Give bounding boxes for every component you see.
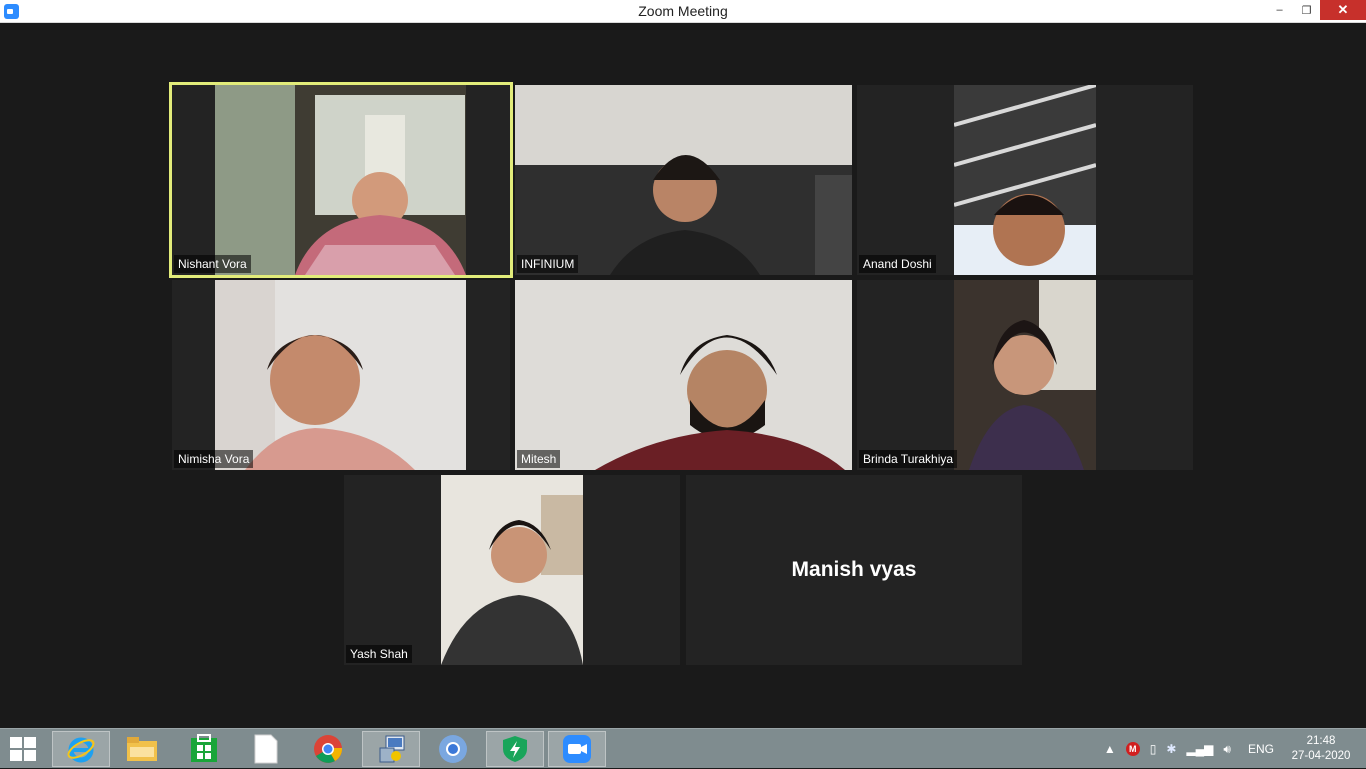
chrome-icon bbox=[314, 735, 343, 763]
bluetooth-icon[interactable]: ✱ bbox=[1166, 742, 1176, 756]
video-tile[interactable]: Manish vyas bbox=[686, 475, 1022, 665]
network-icon bbox=[379, 735, 405, 763]
video-tile[interactable]: INFINIUM bbox=[515, 85, 852, 275]
taskbar-chromium[interactable] bbox=[424, 731, 482, 767]
taskbar-store[interactable] bbox=[175, 731, 233, 767]
language-indicator[interactable]: ENG bbox=[1248, 742, 1274, 756]
system-tray: ▲ M ▯ ✱ ▂▄▆ 🔊︎ ENG 21:48 27-04-2020 bbox=[1099, 729, 1366, 769]
windows-logo-pane bbox=[24, 750, 36, 761]
video-tile[interactable]: Brinda Turakhiya bbox=[857, 280, 1193, 470]
windows-taskbar: ▲ M ▯ ✱ ▂▄▆ 🔊︎ ENG 21:48 27-04-2020 bbox=[0, 728, 1366, 768]
windows-logo-pane bbox=[10, 750, 22, 761]
participant-video bbox=[215, 280, 466, 470]
taskbar-security[interactable] bbox=[486, 731, 544, 767]
antivirus-icon[interactable]: M bbox=[1125, 742, 1140, 756]
taskbar-zoom[interactable] bbox=[548, 731, 606, 767]
start-button[interactable] bbox=[10, 737, 38, 761]
video-tile[interactable]: Anand Doshi bbox=[857, 85, 1193, 275]
video-tile[interactable]: Nishant Vora bbox=[169, 82, 513, 278]
video-tile[interactable]: Nimisha Vora bbox=[172, 280, 510, 470]
video-tile[interactable]: Yash Shah bbox=[344, 475, 680, 665]
participant-video bbox=[441, 475, 583, 665]
chromium-icon bbox=[439, 735, 467, 763]
zoom-icon bbox=[563, 735, 591, 763]
participant-name-placeholder: Manish vyas bbox=[791, 558, 917, 581]
taskbar-internet-explorer[interactable] bbox=[52, 731, 110, 767]
title-bar: Zoom Meeting – ❐ ✕ bbox=[0, 0, 1366, 23]
window-controls: – ❐ ✕ bbox=[1266, 0, 1366, 20]
windows-logo-icon bbox=[10, 737, 22, 748]
participant-name-label: Mitesh bbox=[517, 450, 561, 468]
participant-video bbox=[515, 280, 852, 470]
participant-name-label: INFINIUM bbox=[517, 255, 579, 273]
gallery-view: Nishant Vora INFINIUM Anand Doshi Nimish… bbox=[0, 23, 1366, 728]
video-tile[interactable]: Mitesh bbox=[515, 280, 852, 470]
internet-explorer-icon bbox=[67, 737, 95, 763]
participant-name-label: Nishant Vora bbox=[174, 255, 251, 273]
window-title: Zoom Meeting bbox=[638, 3, 728, 19]
windows-logo-pane bbox=[24, 737, 36, 748]
participant-video bbox=[954, 85, 1096, 275]
store-icon bbox=[191, 734, 217, 762]
participant-name-label: Nimisha Vora bbox=[174, 450, 254, 468]
volume-icon[interactable]: 🔊︎ bbox=[1223, 742, 1231, 757]
participant-video bbox=[954, 280, 1096, 470]
document-icon bbox=[254, 734, 278, 764]
taskbar-network-tool[interactable] bbox=[362, 731, 420, 767]
file-explorer-icon bbox=[127, 737, 157, 761]
participant-name-label: Yash Shah bbox=[346, 645, 412, 663]
security-icon bbox=[503, 736, 527, 762]
close-button[interactable]: ✕ bbox=[1320, 0, 1366, 20]
taskbar-file-explorer[interactable] bbox=[113, 731, 171, 767]
clock[interactable]: 21:48 27-04-2020 bbox=[1286, 734, 1356, 764]
minimize-button[interactable]: – bbox=[1266, 0, 1293, 20]
taskbar-document[interactable] bbox=[237, 731, 295, 767]
clock-time: 21:48 bbox=[1306, 735, 1336, 747]
clock-date: 27-04-2020 bbox=[1291, 750, 1351, 762]
participant-name-label: Brinda Turakhiya bbox=[859, 450, 958, 468]
participant-name-label: Anand Doshi bbox=[859, 255, 936, 273]
device-icon[interactable]: ▯ bbox=[1150, 742, 1157, 756]
participant-video bbox=[215, 85, 466, 275]
taskbar-chrome[interactable] bbox=[299, 731, 357, 767]
signal-strength-icon[interactable]: ▂▄▆ bbox=[1186, 742, 1213, 756]
show-hidden-icons-icon[interactable]: ▲ bbox=[1104, 742, 1116, 756]
restore-button[interactable]: ❐ bbox=[1293, 0, 1320, 20]
participant-video bbox=[515, 85, 852, 275]
